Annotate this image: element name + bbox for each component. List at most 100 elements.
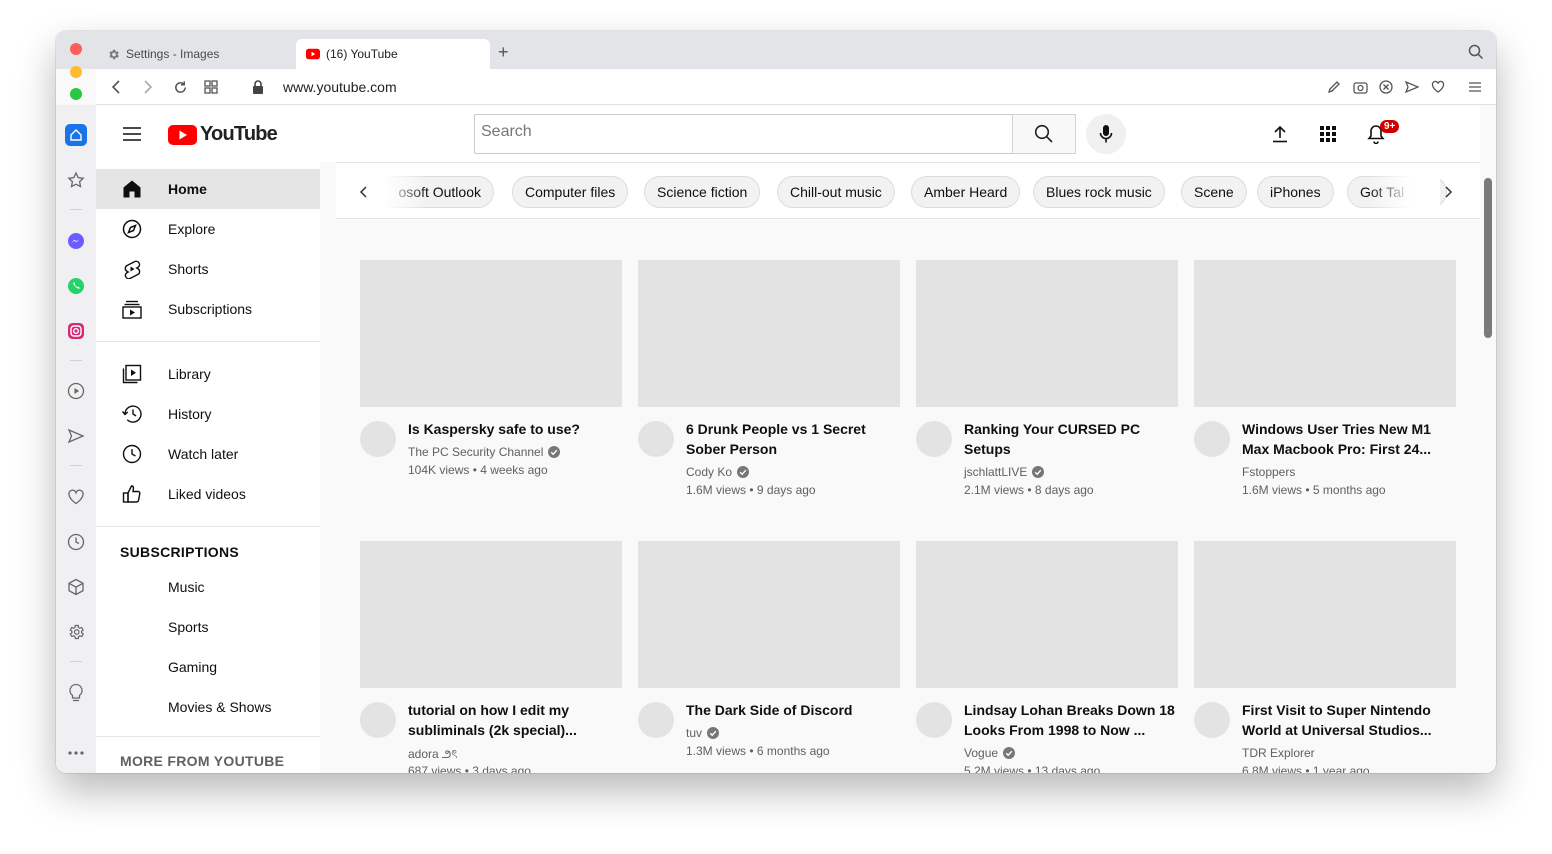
- channel-name[interactable]: Fstoppers: [1242, 465, 1295, 479]
- channel-avatar[interactable]: [1194, 421, 1230, 457]
- page-scrollbar-thumb[interactable]: [1484, 178, 1492, 338]
- sidebar-item-liked-videos[interactable]: Liked videos: [96, 474, 320, 514]
- cube-icon[interactable]: [66, 577, 86, 597]
- player-icon[interactable]: [66, 381, 86, 401]
- video-title[interactable]: tutorial on how I edit my subliminals (2…: [408, 700, 622, 740]
- lightbulb-icon[interactable]: [66, 683, 86, 703]
- edit-icon[interactable]: [1327, 80, 1341, 94]
- start-page-icon[interactable]: [65, 124, 87, 146]
- history-icon[interactable]: [66, 532, 86, 552]
- lock-icon[interactable]: [250, 79, 266, 95]
- apps-grid-icon[interactable]: [1318, 124, 1338, 144]
- reload-icon[interactable]: [172, 79, 188, 95]
- video-title[interactable]: Windows User Tries New M1 Max Macbook Pr…: [1242, 419, 1456, 459]
- video-thumbnail[interactable]: [916, 260, 1178, 407]
- chip[interactable]: Computer files: [512, 176, 629, 208]
- video-thumbnail[interactable]: [638, 541, 900, 688]
- heart-icon[interactable]: [66, 487, 86, 507]
- channel-avatar[interactable]: [916, 702, 952, 738]
- sidebar-item-history[interactable]: History: [96, 394, 320, 434]
- video-title[interactable]: The Dark Side of Discord: [686, 700, 900, 720]
- search-button[interactable]: [1012, 114, 1076, 154]
- sidebar-item-music[interactable]: Music: [96, 567, 320, 607]
- channel-name[interactable]: The PC Security Channel: [408, 445, 561, 459]
- chip[interactable]: Science fiction: [644, 176, 761, 208]
- sidebar-item-subscriptions[interactable]: Subscriptions: [96, 289, 320, 329]
- messenger-icon[interactable]: [66, 231, 86, 251]
- chip[interactable]: Scene: [1181, 176, 1247, 208]
- video-card[interactable]: Lindsay Lohan Breaks Down 18 Looks From …: [916, 541, 1178, 773]
- block-icon[interactable]: [1379, 80, 1393, 94]
- search-icon[interactable]: [1468, 44, 1484, 60]
- video-thumbnail[interactable]: [916, 541, 1178, 688]
- video-thumbnail[interactable]: [360, 541, 622, 688]
- sidebar-item-watch-later[interactable]: Watch later: [96, 434, 320, 474]
- video-title[interactable]: Ranking Your CURSED PC Setups: [964, 419, 1178, 459]
- tiles-icon[interactable]: [203, 79, 219, 95]
- video-title[interactable]: 6 Drunk People vs 1 Secret Sober Person: [686, 419, 900, 459]
- video-card[interactable]: First Visit to Super Nintendo World at U…: [1194, 541, 1456, 773]
- chip[interactable]: Chill-out music: [777, 176, 895, 208]
- video-card[interactable]: Is Kaspersky safe to use? The PC Securit…: [360, 260, 622, 519]
- gear-icon[interactable]: [66, 622, 86, 642]
- video-title[interactable]: First Visit to Super Nintendo World at U…: [1242, 700, 1456, 740]
- channel-name[interactable]: Vogue: [964, 746, 1016, 760]
- minimize-window-button[interactable]: [70, 66, 82, 78]
- maximize-window-button[interactable]: [70, 88, 82, 100]
- channel-name[interactable]: adora ౨ৎ: [408, 746, 458, 766]
- video-card[interactable]: Ranking Your CURSED PC Setups jschlattLI…: [916, 260, 1178, 519]
- chevron-left-icon[interactable]: [354, 182, 374, 202]
- channel-name[interactable]: TDR Explorer: [1242, 746, 1315, 760]
- video-title[interactable]: Is Kaspersky safe to use?: [408, 419, 622, 439]
- sidebar-item-library[interactable]: Library: [96, 354, 320, 394]
- channel-name[interactable]: Cody Ko: [686, 465, 750, 479]
- back-icon[interactable]: [108, 79, 124, 95]
- new-tab-button[interactable]: +: [498, 43, 509, 61]
- video-card[interactable]: 6 Drunk People vs 1 Secret Sober Person …: [638, 260, 900, 519]
- sidebar-item-movies-shows[interactable]: Movies & Shows: [96, 687, 320, 727]
- search-input[interactable]: Search: [474, 114, 1014, 154]
- bookmarks-icon[interactable]: [66, 170, 86, 190]
- more-icon[interactable]: [66, 743, 86, 763]
- voice-search-button[interactable]: [1086, 114, 1126, 154]
- upload-icon[interactable]: [1270, 124, 1290, 144]
- video-thumbnail[interactable]: [1194, 541, 1456, 688]
- sidebar-item-explore[interactable]: Explore: [96, 209, 320, 249]
- menu-icon[interactable]: [1468, 80, 1482, 94]
- tab-settings[interactable]: Settings - Images: [96, 39, 294, 69]
- video-card[interactable]: The Dark Side of Discord tuv 1.3M views …: [638, 541, 900, 773]
- channel-avatar[interactable]: [638, 421, 674, 457]
- sidebar-item-sports[interactable]: Sports: [96, 607, 320, 647]
- hamburger-menu-icon[interactable]: [123, 127, 141, 141]
- sidebar-item-gaming[interactable]: Gaming: [96, 647, 320, 687]
- video-title[interactable]: Lindsay Lohan Breaks Down 18 Looks From …: [964, 700, 1178, 740]
- send-icon[interactable]: [66, 426, 86, 446]
- chip[interactable]: iPhones: [1257, 176, 1334, 208]
- video-card[interactable]: tutorial on how I edit my subliminals (2…: [360, 541, 622, 773]
- instagram-icon[interactable]: [66, 321, 86, 341]
- forward-icon[interactable]: [140, 79, 156, 95]
- url-field[interactable]: www.youtube.com: [283, 79, 397, 95]
- heart-icon[interactable]: [1431, 80, 1445, 94]
- channel-avatar[interactable]: [916, 421, 952, 457]
- tab-youtube[interactable]: (16) YouTube: [296, 39, 490, 69]
- video-thumbnail[interactable]: [1194, 260, 1456, 407]
- send-icon[interactable]: [1404, 80, 1420, 94]
- chip[interactable]: Amber Heard: [911, 176, 1021, 208]
- whatsapp-icon[interactable]: [66, 276, 86, 296]
- video-card[interactable]: Windows User Tries New M1 Max Macbook Pr…: [1194, 260, 1456, 519]
- camera-icon[interactable]: [1353, 80, 1368, 94]
- channel-avatar[interactable]: [360, 702, 396, 738]
- chevron-right-icon[interactable]: [1438, 182, 1458, 202]
- video-thumbnail[interactable]: [638, 260, 900, 407]
- sidebar-item-shorts[interactable]: Shorts: [96, 249, 320, 289]
- channel-avatar[interactable]: [638, 702, 674, 738]
- channel-name[interactable]: tuv: [686, 726, 720, 740]
- channel-name[interactable]: jschlattLIVE: [964, 465, 1045, 479]
- close-window-button[interactable]: [70, 43, 82, 55]
- video-thumbnail[interactable]: [360, 260, 622, 407]
- sidebar-item-home[interactable]: Home: [96, 169, 320, 209]
- channel-avatar[interactable]: [1194, 702, 1230, 738]
- youtube-logo[interactable]: YouTube: [168, 123, 278, 146]
- chip[interactable]: Blues rock music: [1033, 176, 1165, 208]
